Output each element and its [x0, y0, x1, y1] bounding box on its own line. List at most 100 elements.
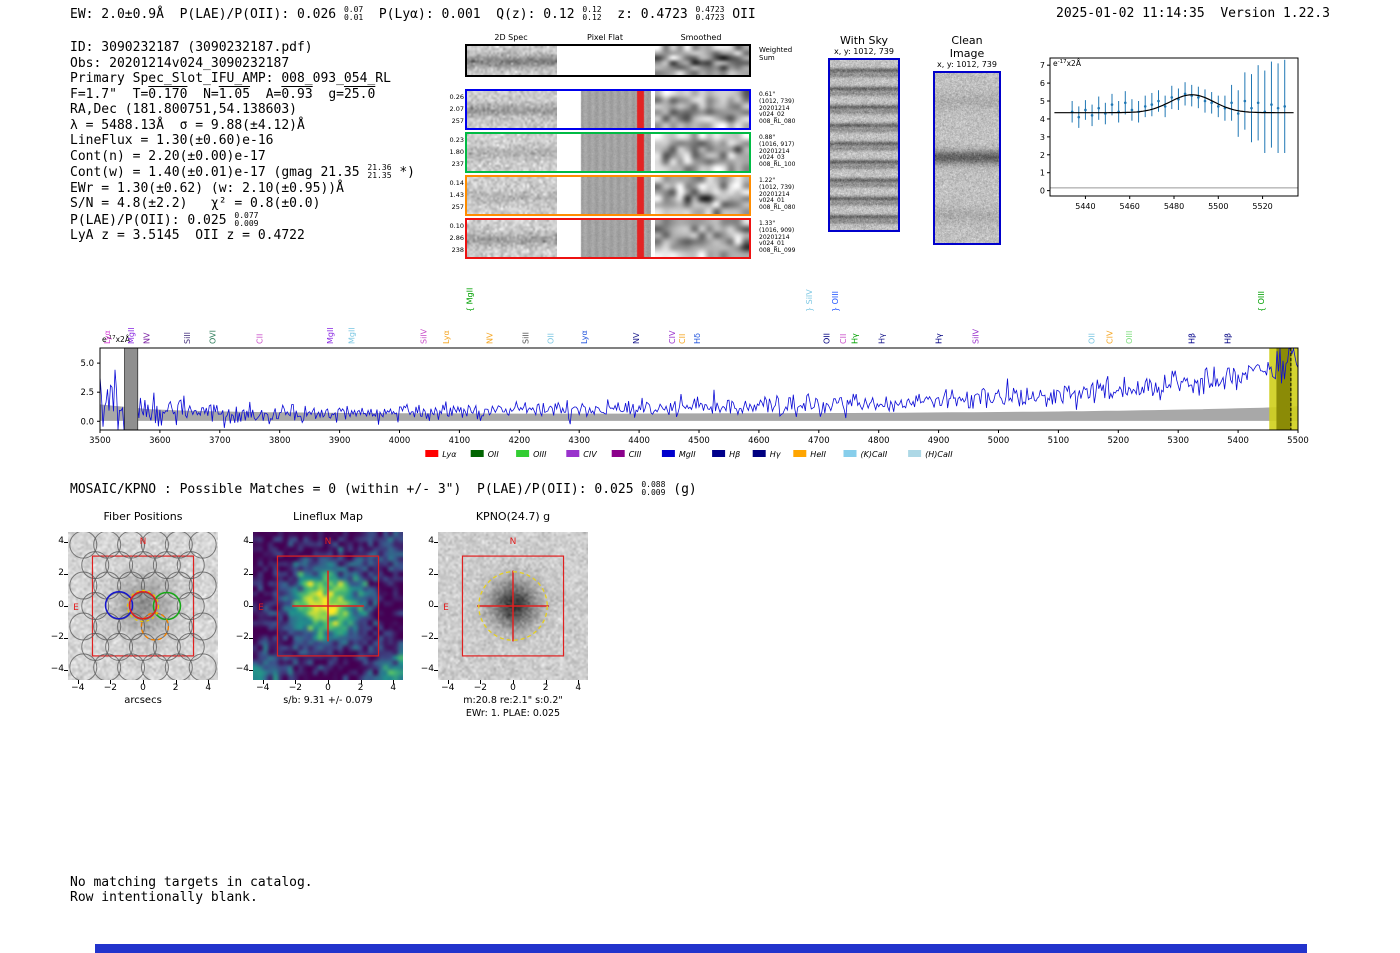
- emission-line-label: { MgII: [466, 288, 475, 312]
- tick-mark: [249, 638, 253, 640]
- tick-mark: [447, 680, 449, 684]
- spectrum-x-tick-label: 4400: [628, 436, 650, 446]
- fiber-xlabel: arcsecs: [124, 695, 162, 706]
- with-sky-title: With Sky: [840, 34, 888, 47]
- legend-swatch: [611, 450, 625, 457]
- fit-x-tick-label: 5440: [1075, 202, 1095, 211]
- emission-line-label: OII: [1087, 333, 1096, 344]
- tick-mark: [64, 541, 68, 543]
- tick-mark: [64, 573, 68, 575]
- cutout-pixelflat-image: [561, 91, 651, 128]
- tick-mark: [208, 680, 210, 684]
- clean-image: [933, 71, 1001, 245]
- info-line: EWr = 1.30(±0.62) (w: 2.10(±0.95))Å: [70, 180, 344, 196]
- header-summary-line: EW: 2.0±0.9Å P(LAE)/P(OII): 0.026 0.07 0.…: [70, 5, 756, 23]
- lineflux-y-tick-label: 2: [243, 567, 249, 578]
- info-line: LineFlux = 1.30(±0.60)e-16: [70, 133, 274, 148]
- tick-mark: [249, 573, 253, 575]
- tick-mark: [249, 606, 253, 607]
- info-line: Cont(n) = 2.20(±0.00)e-17: [70, 148, 266, 164]
- legend-swatch: [712, 450, 726, 457]
- tick-mark: [360, 680, 362, 684]
- fiber-y-tick-label: −4: [50, 664, 64, 675]
- cutout-smoothed-image: [655, 46, 749, 75]
- cutout-col-header: 2D Spec: [494, 33, 528, 42]
- lineflux-x-tick-label: 0: [325, 683, 331, 693]
- cutout-row: 0.14 1.43 257 1.22" (1012, 739) 20201214 v024_…: [450, 175, 795, 216]
- kpno-panel-overlay: NE: [443, 537, 565, 657]
- fit-errorbar-series: [1070, 59, 1287, 153]
- cutout-left-labels: 0.26 2.07 257: [449, 93, 464, 125]
- emission-line-label: Lyα: [442, 330, 451, 344]
- fiber-circle-red: [128, 590, 158, 620]
- fit-y-tick-label: 1: [1040, 169, 1045, 178]
- spectrum-x-tick-label: 5100: [1048, 436, 1070, 446]
- emission-line-label: } SiIV: [805, 289, 814, 312]
- tick-mark: [175, 680, 177, 684]
- fit-axes-box: [1049, 57, 1299, 197]
- cutout-2dspec-image: [467, 91, 557, 128]
- tick-mark: [545, 680, 547, 684]
- emission-line-label: CII: [839, 334, 848, 344]
- line-fit-plot: 5440 5460 5480 5500 5520 0 1 2 3 4 5 6 7 e-17x2Å: [1040, 57, 1299, 211]
- fiber-x-tick-label: −2: [103, 683, 118, 693]
- info-line: RA,Dec (181.800751,54.138603): [70, 102, 297, 117]
- emission-line-label: OIII: [1125, 331, 1134, 344]
- lineflux-y-tick-label: 4: [243, 535, 249, 546]
- legend-swatch: [752, 450, 766, 457]
- full-spectrum-plot: 3500 3600 3700 3800 3900 4000 4100 4200 4300 4400…: [80, 288, 1309, 459]
- cutout-smoothed-image: [655, 220, 749, 257]
- fit-x-tick-label: 5480: [1164, 202, 1184, 211]
- spectrum-x-tick-label: 3900: [329, 436, 351, 446]
- kpno-y-tick-label: −4: [420, 664, 434, 675]
- emission-line-label: CIV: [668, 330, 677, 344]
- lineflux-y-tick-label: −4: [235, 664, 249, 675]
- legend-label: Hγ: [770, 450, 782, 459]
- fit-units-label: e-17x2Å: [1053, 59, 1082, 68]
- header-datetime-version: 2025-01-02 11:14:35 Version 1.22.3: [1056, 6, 1330, 21]
- spectrum-legend: Lyα OII OIII CIV CIII MgII Hβ Hγ HeII (K)CaII (H)C…: [425, 450, 953, 459]
- emission-line-labels: Lyα MgII NV SiII OVI CII MgII MgII SiIV Lyα { MgII…: [103, 288, 1266, 344]
- cutout-2dspec-image: [467, 177, 557, 214]
- with-sky-image: [828, 58, 900, 232]
- lineflux-panel-title: Lineflux Map: [292, 510, 364, 523]
- tick-mark: [393, 680, 395, 684]
- east-label: E: [443, 603, 449, 613]
- spectrum-x-tick-label: 4700: [808, 436, 830, 446]
- emission-line-label: Hγ: [935, 333, 944, 344]
- legend-label: OIII: [533, 450, 547, 459]
- fiber-x-tick-label: 4: [205, 683, 212, 693]
- cutout-left-labels: 0.23 1.80 237: [449, 136, 464, 168]
- kpno-x-tick-label: 4: [575, 683, 582, 693]
- east-label: E: [258, 603, 264, 613]
- kpno-y-tick-label: −2: [420, 632, 434, 643]
- fit-y-tick-label: 3: [1040, 133, 1045, 142]
- fiber-x-tick-label: 2: [172, 683, 179, 693]
- tick-mark: [434, 670, 438, 672]
- emission-line-label: CIV: [1105, 330, 1114, 344]
- spectrum-x-tick-label: 3600: [149, 436, 171, 446]
- legend-swatch: [470, 450, 484, 457]
- tick-mark: [249, 541, 253, 543]
- spectrum-x-tick-label: 3500: [89, 436, 111, 446]
- tick-mark: [143, 680, 144, 684]
- tick-mark: [480, 680, 482, 684]
- info-line: P(LAE)/P(OII): 0.025 0.077 0.009: [70, 210, 259, 228]
- emission-line-label: MgII: [348, 327, 357, 344]
- legend-swatch: [425, 450, 439, 457]
- lineflux-y-tick-label: 0: [243, 600, 249, 610]
- north-label: N: [325, 537, 332, 547]
- spectrum-x-tick-label: 5500: [1287, 436, 1309, 446]
- fit-y-tick-label: 5: [1040, 97, 1045, 106]
- cutout-left-labels: 0.14 1.43 257: [449, 179, 464, 211]
- emission-line-label: Lyα: [580, 330, 589, 344]
- spectrum-y-tick-label: 5.0: [80, 359, 94, 369]
- fit-y-tick-label: 4: [1040, 115, 1045, 124]
- kpno-x-tick-label: −2: [473, 683, 488, 693]
- spectrum-x-tick-label: 4900: [928, 436, 950, 446]
- cutout-pixelflat-image: [561, 177, 651, 214]
- kpno-y-tick-label: 2: [428, 567, 434, 578]
- elixer-report-page: EW: 2.0±0.9Å P(LAE)/P(OII): 0.026 0.07 0.…: [0, 0, 1400, 953]
- tick-mark: [262, 680, 264, 684]
- tick-mark: [110, 680, 112, 684]
